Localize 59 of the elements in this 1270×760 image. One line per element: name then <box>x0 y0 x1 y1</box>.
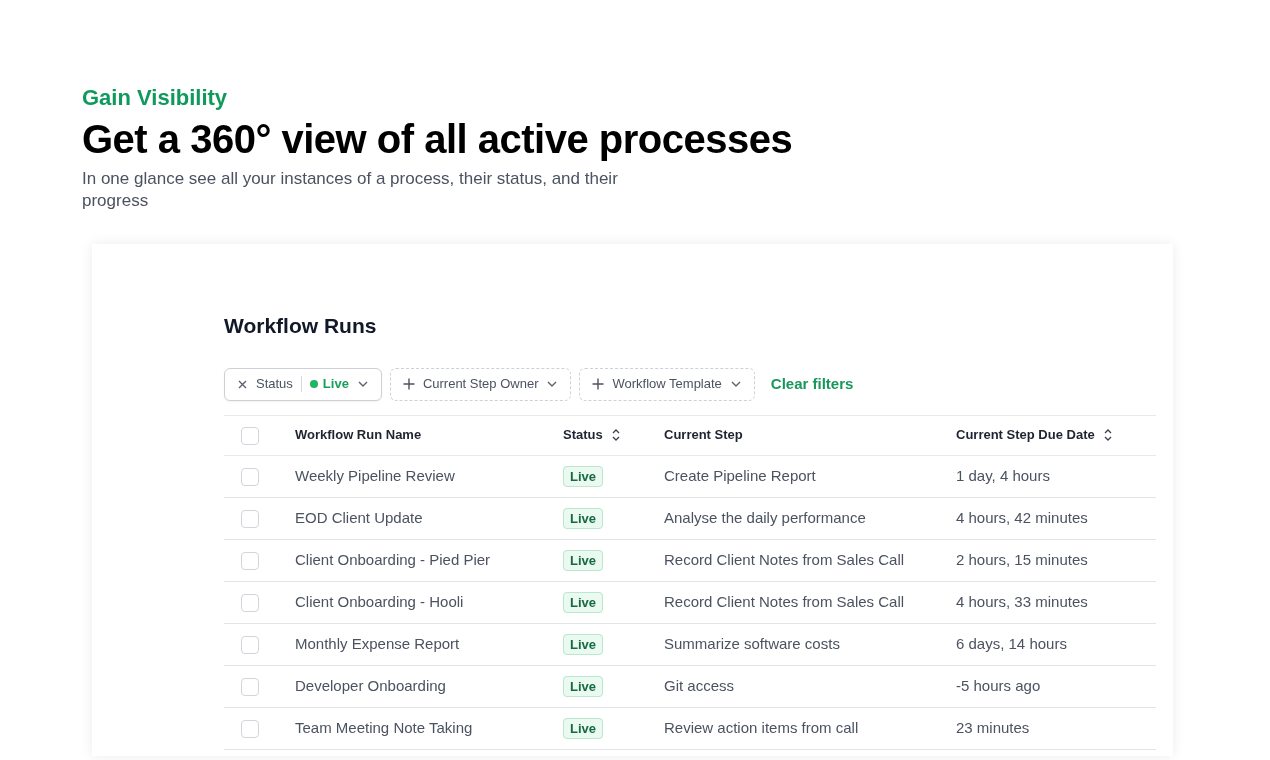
filter-label: Status <box>256 375 293 394</box>
status-filter-chip[interactable]: Status Live <box>224 367 382 401</box>
status-dot <box>309 380 318 388</box>
status-badge: Live <box>563 717 603 739</box>
column-header[interactable]: Workflow Run Name <box>295 425 422 445</box>
table-cell: Developer Onboarding <box>295 676 446 694</box>
chevron-down-icon <box>356 380 369 388</box>
status-badge: Live <box>563 465 603 487</box>
table-cell: 6 days, 14 hours <box>956 634 1067 652</box>
table-cell: Summarize software costs <box>664 634 840 652</box>
page-subtitle: In one glance see all your instances of a process, their status, and their progress <box>82 168 619 212</box>
filter-chip[interactable]: Workflow Template <box>579 367 755 401</box>
clear-filters-link[interactable]: Clear filters <box>762 372 854 396</box>
row-checkbox[interactable] <box>241 719 259 738</box>
table-cell: Create Pipeline Report <box>664 466 816 484</box>
sort-icon <box>1102 428 1113 442</box>
table-cell: Record Client Notes from Sales Call <box>664 550 905 568</box>
column-header[interactable]: Current Step <box>664 425 743 445</box>
column-header[interactable]: Status <box>563 425 621 445</box>
table-cell: Record Client Notes from Sales Call <box>664 592 905 610</box>
row-checkbox[interactable] <box>241 593 259 612</box>
section-eyebrow: Gain Visibility <box>82 84 229 112</box>
table-cell: Client Onboarding - Hooli <box>295 592 464 610</box>
table-cell: EOD Client Update <box>295 508 423 526</box>
filter-chip[interactable]: Current Step Owner <box>389 367 572 401</box>
row-checkbox[interactable] <box>241 551 259 570</box>
status-badge: Live <box>563 675 603 697</box>
plus-icon <box>592 378 605 390</box>
table-cell: 2 hours, 15 minutes <box>956 550 1088 568</box>
status-badge: Live <box>563 549 603 571</box>
row-checkbox[interactable] <box>241 509 259 528</box>
close-icon <box>237 378 248 390</box>
column-header[interactable]: Current Step Due Date <box>956 425 1113 445</box>
sort-icon <box>610 428 621 442</box>
table-cell: Analyse the daily performance <box>664 508 866 526</box>
table-cell: -5 hours ago <box>956 676 1041 694</box>
table-cell: Weekly Pipeline Review <box>295 466 455 484</box>
chevron-down-icon <box>546 380 559 388</box>
plus-icon <box>402 378 415 390</box>
page-heading: Get a 360° view of all active processes <box>82 116 794 163</box>
table-cell: Monthly Expense Report <box>295 634 460 652</box>
table-cell: 4 hours, 42 minutes <box>956 508 1088 526</box>
status-badge: Live <box>563 507 603 529</box>
table-cell: Review action items from call <box>664 718 859 736</box>
row-checkbox[interactable] <box>241 635 259 654</box>
row-checkbox[interactable] <box>241 467 259 486</box>
status-badge: Live <box>563 591 603 613</box>
table-cell: Client Onboarding - Pied Pier <box>295 550 491 568</box>
status-badge: Live <box>563 633 603 655</box>
table-cell: Team Meeting Note Taking <box>295 718 473 736</box>
table-cell: 1 day, 4 hours <box>956 466 1050 484</box>
panel-title: Workflow Runs <box>224 313 378 339</box>
filter-value: Live <box>322 375 349 394</box>
table-cell: 4 hours, 33 minutes <box>956 592 1088 610</box>
table-cell: Git access <box>664 676 735 694</box>
chevron-down-icon <box>729 380 742 388</box>
row-checkbox[interactable] <box>241 677 259 696</box>
table-cell: 23 minutes <box>956 718 1030 736</box>
select-all-checkbox[interactable] <box>241 426 259 445</box>
